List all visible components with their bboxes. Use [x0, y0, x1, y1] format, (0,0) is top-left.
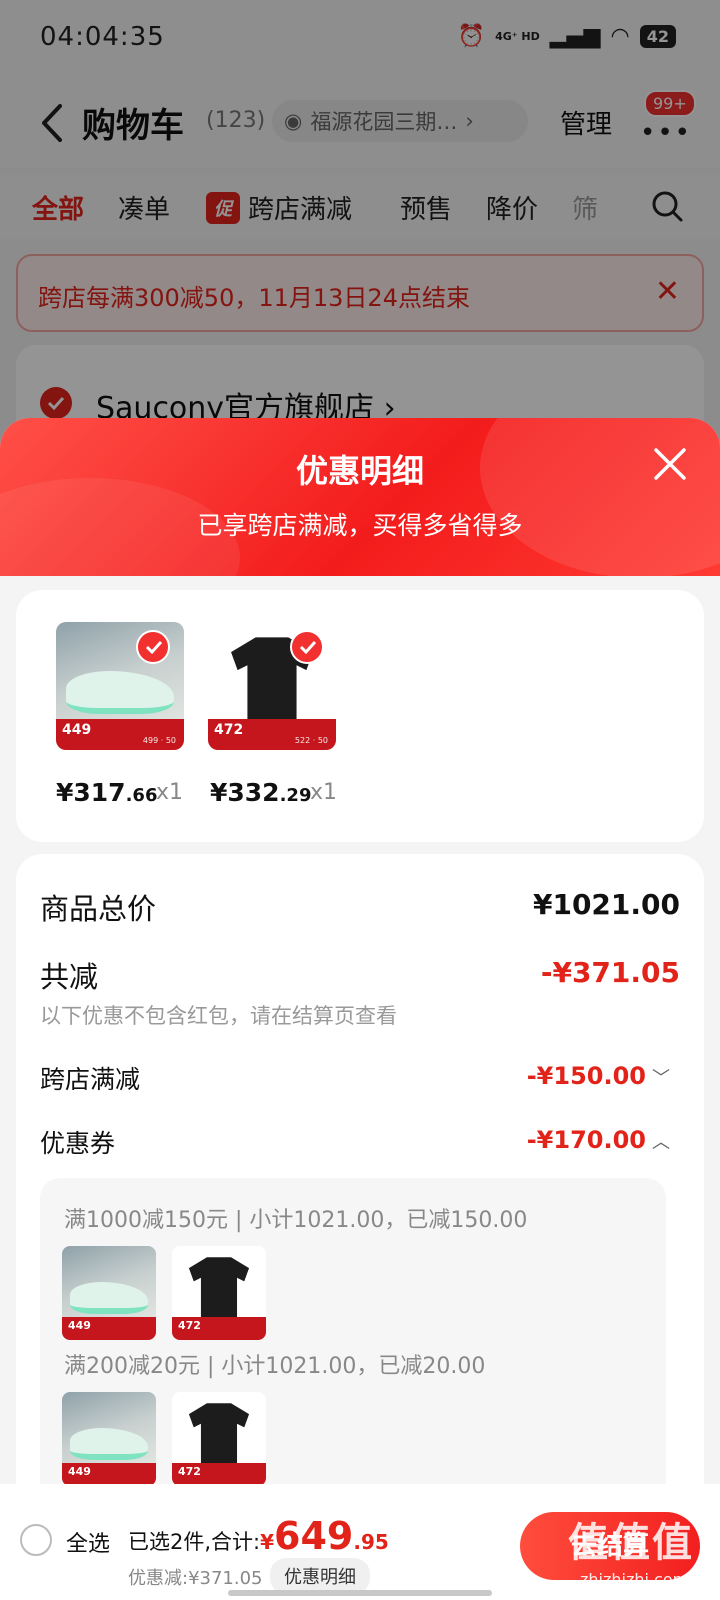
total-decimal: .95	[353, 1530, 389, 1554]
total-price-value: ¥1021.00	[532, 888, 680, 921]
cross-store-row[interactable]: -¥150.00 ﹀	[527, 1062, 670, 1090]
thumb-price-detail: 499 · 50	[142, 736, 176, 746]
coupon-value: -¥170.00	[526, 1126, 646, 1154]
selected-count-text: 已选2件,合计:	[128, 1530, 261, 1554]
discount-text: 优惠减:¥371.05	[128, 1568, 263, 1589]
coupon-label: 优惠券	[40, 1129, 116, 1158]
thumb-price-tag: 449 499 · 50	[56, 719, 184, 750]
cross-store-label: 跨店满减	[40, 1065, 141, 1094]
close-icon[interactable]	[650, 444, 690, 484]
product-quantity: x1	[310, 780, 338, 805]
coupon-product-shirt: 472	[172, 1392, 266, 1486]
chevron-up-icon: ︿	[652, 1132, 670, 1153]
thumb-price: 472	[178, 1319, 201, 1333]
thumb-price: 472	[178, 1465, 201, 1479]
price-integer: ¥332	[210, 778, 280, 807]
thumb-price-tag: 449	[62, 1463, 156, 1486]
selected-summary: 已选2件,合计:¥649.95	[128, 1514, 389, 1558]
sheet-header: 优惠明细 已享跨店满减，买得多省得多	[0, 418, 720, 576]
product-quantity: x1	[156, 780, 184, 805]
total-price: ¥649.95	[260, 1514, 389, 1558]
selected-products-card: 449 499 · 50 ¥317.66 x1 472 522 · 50 ¥33…	[16, 590, 704, 842]
selected-check-icon[interactable]	[136, 630, 170, 664]
price-decimal: .29	[279, 785, 312, 806]
thumb-price-tag: 472	[172, 1317, 266, 1340]
coupon-product-shoe: 449	[62, 1246, 156, 1340]
cross-store-value: -¥150.00	[526, 1062, 646, 1090]
total-integer: 649	[274, 1514, 354, 1558]
selected-check-icon[interactable]	[290, 630, 324, 664]
product-price: ¥332.29	[210, 778, 311, 807]
header-decoration	[480, 418, 720, 576]
chevron-down-icon: ﹀	[652, 1068, 670, 1089]
price-decimal: .66	[125, 785, 158, 806]
total-price-label: 商品总价	[40, 892, 157, 926]
total-reduce-label: 共减	[40, 960, 99, 994]
discount-detail-sheet: 优惠明细 已享跨店满减，买得多省得多 449 499 · 50 ¥317.66 …	[0, 418, 720, 1600]
home-indicator[interactable]	[228, 1590, 492, 1596]
discount-detail-button[interactable]: 优惠明细	[270, 1558, 370, 1594]
select-all-checkbox[interactable]	[20, 1524, 52, 1556]
select-all-label[interactable]: 全选	[66, 1526, 110, 1558]
watermark-url: zhizhizhi.com	[580, 1570, 689, 1589]
coupon-row[interactable]: -¥170.00 ︿	[527, 1126, 670, 1154]
reduce-note: 以下优惠不包含红包，请在结算页查看	[40, 1004, 397, 1028]
sheet-title: 优惠明细	[295, 452, 424, 490]
coupon-product-shoe: 449	[62, 1392, 156, 1486]
coupon-rule: 满1000减150元 | 小计1021.00，已减150.00	[64, 1208, 528, 1233]
watermark-logo: 值值值	[568, 1520, 694, 1566]
coupon-product-shirt: 472	[172, 1246, 266, 1340]
total-currency: ¥	[260, 1530, 275, 1554]
thumb-price: 472	[214, 722, 244, 739]
thumb-price-detail: 522 · 50	[294, 736, 328, 746]
total-reduce-value: -¥371.05	[540, 956, 680, 989]
thumb-price-tag: 472 522 · 50	[208, 719, 336, 750]
thumb-price: 449	[68, 1465, 91, 1479]
price-integer: ¥317	[56, 778, 126, 807]
thumb-price-tag: 472	[172, 1463, 266, 1486]
coupon-rule: 满200减20元 | 小计1021.00，已减20.00	[64, 1354, 486, 1379]
sheet-subtitle: 已享跨店满减，买得多省得多	[197, 511, 523, 540]
thumb-price: 449	[68, 1319, 91, 1333]
thumb-price: 449	[62, 722, 92, 739]
product-price: ¥317.66	[56, 778, 157, 807]
thumb-price-tag: 449	[62, 1317, 156, 1340]
